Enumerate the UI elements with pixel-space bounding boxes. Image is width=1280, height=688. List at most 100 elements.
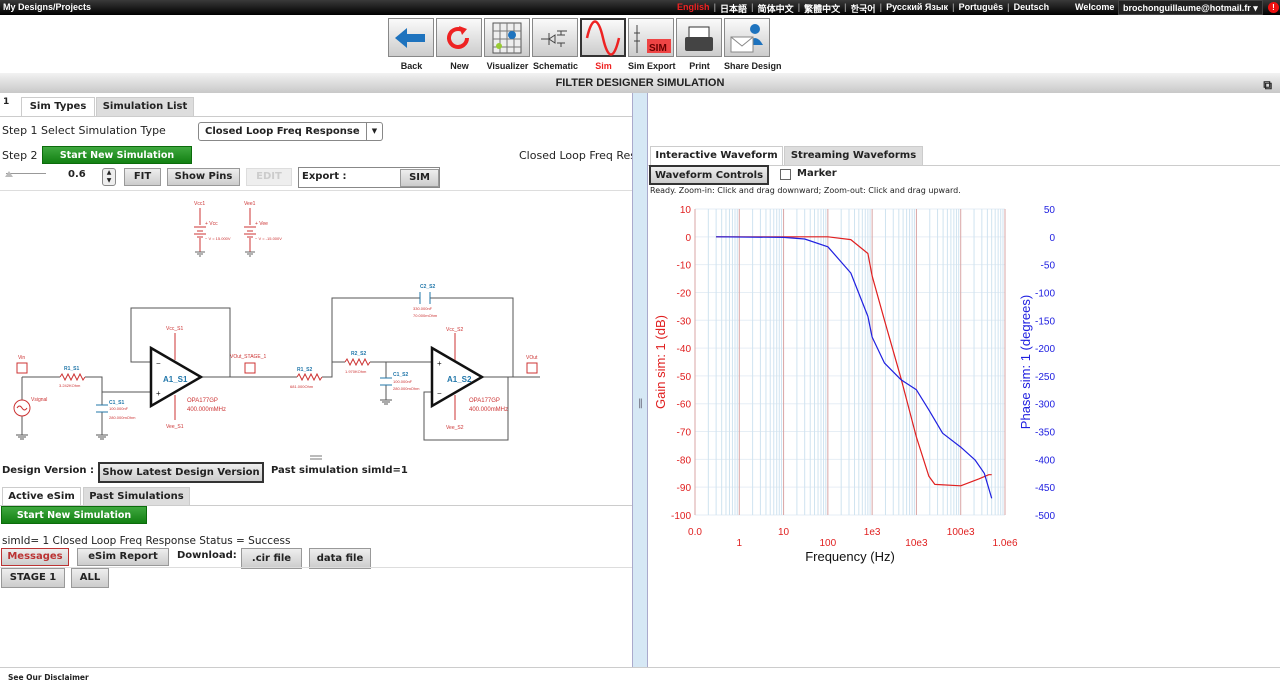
cir-file-button[interactable]: .cir file (241, 548, 302, 569)
sine-wave-icon (585, 19, 621, 56)
toolbar-sim-button[interactable]: Sim (580, 18, 627, 71)
vin-label: Vin (18, 355, 25, 361)
phase-tick-label: -500 (1035, 511, 1055, 522)
start-new-simulation-button[interactable]: Start New Simulation (42, 146, 192, 164)
x-tick-label: 10e3 (905, 538, 928, 549)
toolbar-back-button[interactable]: Back (388, 18, 435, 71)
gain-tick-label: -90 (677, 483, 692, 494)
toolbar-new-button[interactable]: New (436, 18, 483, 71)
vcc-s1-label: Vcc_S1 (166, 326, 183, 332)
vcc1-label: Vcc1 (194, 201, 205, 207)
waveform-controls-button[interactable]: Waveform Controls (649, 165, 769, 185)
panel-splitter[interactable]: ‖ (632, 93, 648, 667)
step2-label: Step 2 (2, 149, 38, 162)
toolbar-sim-export-button[interactable]: SIM Sim Export (628, 18, 676, 71)
x-tick-label: 0.0 (688, 527, 702, 538)
sim-export-button[interactable]: SIM (400, 169, 439, 187)
svg-text:SIM: SIM (649, 43, 667, 54)
share-envelope-icon (730, 23, 763, 52)
past-simulation-label: Past simulation simId=1 (271, 465, 408, 476)
show-latest-design-button[interactable]: Show Latest Design Version (98, 462, 264, 483)
simulation-status: simId= 1 Closed Loop Freq Response Statu… (2, 535, 291, 547)
toolbar-label: Sim (595, 61, 612, 71)
tab-sim-types[interactable]: Sim Types (21, 97, 95, 116)
vee-s1-label: Vee_S1 (166, 424, 184, 430)
language-option[interactable]: Deutsch (1014, 2, 1050, 15)
chevron-down-icon: ▾ (1253, 3, 1258, 13)
gain-tick-label: -20 (677, 288, 692, 299)
gain-tick-label: -70 (677, 428, 692, 439)
vout-probe-icon[interactable] (526, 362, 538, 374)
phase-tick-label: -150 (1035, 316, 1055, 327)
gain-tick-label: -40 (677, 344, 692, 355)
svg-text:−: − (437, 389, 442, 398)
a1-s1-label: A1_S1 (163, 375, 188, 384)
language-option[interactable]: English (677, 2, 710, 15)
printer-icon (685, 26, 713, 51)
x-tick-label: 1e3 (864, 527, 881, 538)
language-option[interactable]: 繁體中文 (804, 2, 840, 15)
vin-probe-icon[interactable] (16, 362, 28, 374)
r1-s2-value: 681.000Ohm (290, 384, 314, 389)
sim-type-select[interactable]: Closed Loop Freq Response ▼ (198, 122, 383, 141)
x-tick-label: 100e3 (947, 527, 975, 538)
language-option[interactable]: Português (959, 2, 1004, 15)
all-button[interactable]: ALL (71, 568, 109, 588)
edit-button[interactable]: EDIT (246, 168, 292, 186)
r2-s2-value: 1.970KOhm (345, 369, 367, 374)
fit-button[interactable]: FIT (124, 168, 161, 186)
slider-handle[interactable] (5, 171, 13, 177)
language-option[interactable]: Русский Язык (886, 2, 948, 15)
user-menu[interactable]: brochonguillaume@hotmail.fr ▾ (1118, 0, 1263, 15)
phase-tick-label: 50 (1044, 205, 1056, 216)
zoom-hint: Ready. Zoom-in: Click and drag downward;… (650, 186, 961, 195)
x-tick-label: 1 (737, 538, 743, 549)
tab-interactive-waveform[interactable]: Interactive Waveform (650, 146, 783, 165)
frequency-response-chart[interactable]: 100-10-20-30-40-50-60-70-80-90-100500-50… (648, 195, 1280, 575)
messages-button[interactable]: Messages (1, 548, 69, 566)
stage1-button[interactable]: STAGE 1 (1, 568, 65, 588)
language-option[interactable]: 日本語 (720, 2, 747, 15)
phase-axis-label: Phase sim: 1 (degrees) (1018, 295, 1033, 429)
sim-type-value: Closed Loop Freq Response (205, 126, 360, 137)
r1-s2-label: R1_S2 (297, 367, 313, 373)
c1-s1-value2: 280.000mOhm (109, 415, 136, 420)
toolbar-label: Visualizer (486, 61, 529, 71)
c1-s2-label: C1_S2 (393, 372, 409, 378)
vout-stage1-probe-icon[interactable] (244, 362, 256, 374)
disclaimer-link[interactable]: See Our Disclaimer (8, 673, 89, 682)
export-field[interactable]: Export : SIM (298, 167, 440, 188)
step1-label: Step 1 Select Simulation Type (2, 124, 166, 137)
tab-active-esim[interactable]: Active eSim (2, 487, 81, 506)
alert-icon[interactable]: ! (1268, 2, 1279, 13)
restore-window-icon[interactable]: ⧉ (1263, 75, 1272, 95)
gain-tick-label: -100 (671, 511, 691, 522)
a1-s2-label: A1_S2 (447, 375, 472, 384)
toolbar-schematic-button[interactable]: Schematic (532, 18, 579, 71)
schematic-canvas[interactable]: Vcc1 + Vcc − V = 15.000V Vee1 + Vee − V … (0, 190, 632, 455)
language-option[interactable]: 한국어 (851, 2, 876, 15)
show-pins-button[interactable]: Show Pins (167, 168, 240, 186)
c1-s2-value2: 280.000mOhm (393, 386, 420, 391)
x-tick-label: 1.0e6 (992, 538, 1017, 549)
zoom-value: 0.6 (68, 169, 86, 180)
toolbar-visualizer-button[interactable]: Visualizer (484, 18, 531, 71)
marker-checkbox[interactable] (780, 169, 791, 180)
data-file-button[interactable]: data file (309, 548, 371, 569)
design-version-label: Design Version : (2, 465, 94, 476)
toolbar-share-design-button[interactable]: Share Design (724, 18, 782, 71)
phase-tick-label: -50 (1041, 261, 1056, 272)
language-option[interactable]: 简体中文 (758, 2, 794, 15)
gain-tick-label: -50 (677, 372, 692, 383)
zoom-stepper[interactable]: ▲ ▼ (102, 168, 116, 186)
phase-tick-label: -400 (1035, 455, 1055, 466)
my-designs-link[interactable]: My Designs/Projects (3, 2, 91, 12)
tab-past-simulations[interactable]: Past Simulations (83, 487, 190, 506)
tab-streaming-waveforms[interactable]: Streaming Waveforms (784, 146, 923, 165)
toolbar-print-button[interactable]: Print (676, 18, 723, 71)
start-new-simulation-button-2[interactable]: Start New Simulation (1, 506, 147, 524)
tab-simulation-list[interactable]: Simulation List (96, 97, 194, 116)
esim-report-button[interactable]: eSim Report (77, 548, 169, 566)
gain-tick-label: 10 (680, 205, 692, 216)
resize-handle[interactable] (310, 455, 322, 460)
